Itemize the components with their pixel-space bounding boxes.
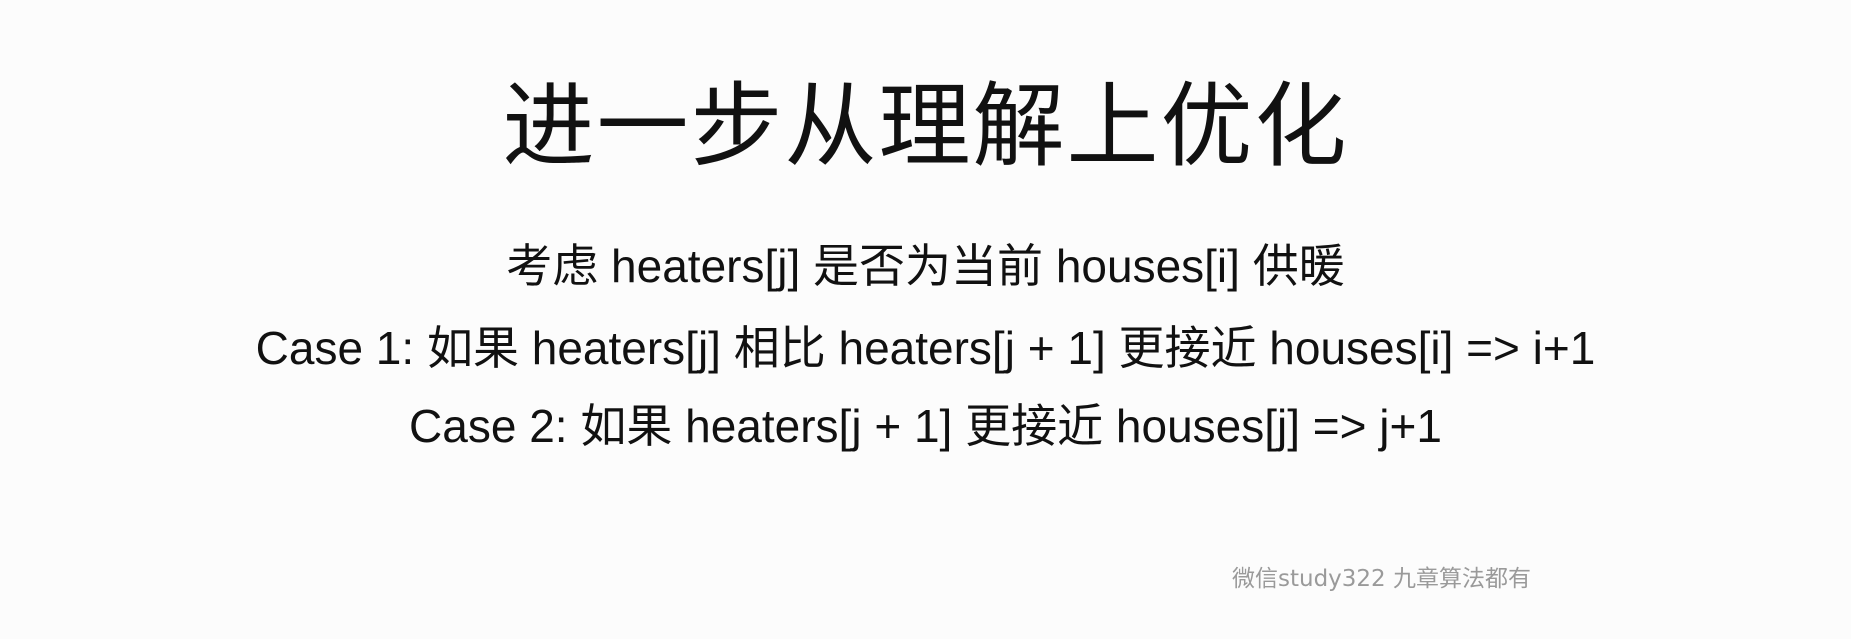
watermark-text: 微信study322 九章算法都有 [1232, 566, 1531, 592]
slide-title: 进一步从理解上优化 [502, 73, 1349, 180]
body-line-case-1: Case 1: 如果 heaters[j] 相比 heaters[j + 1] … [255, 322, 1596, 374]
body-line-case-2: Case 2: 如果 heaters[j + 1] 更接近 houses[j] … [409, 400, 1442, 452]
slide: 进一步从理解上优化 考虑 heaters[j] 是否为当前 houses[i] … [0, 0, 1851, 639]
body-line-consider: 考虑 heaters[j] 是否为当前 houses[i] 供暖 [506, 240, 1345, 292]
